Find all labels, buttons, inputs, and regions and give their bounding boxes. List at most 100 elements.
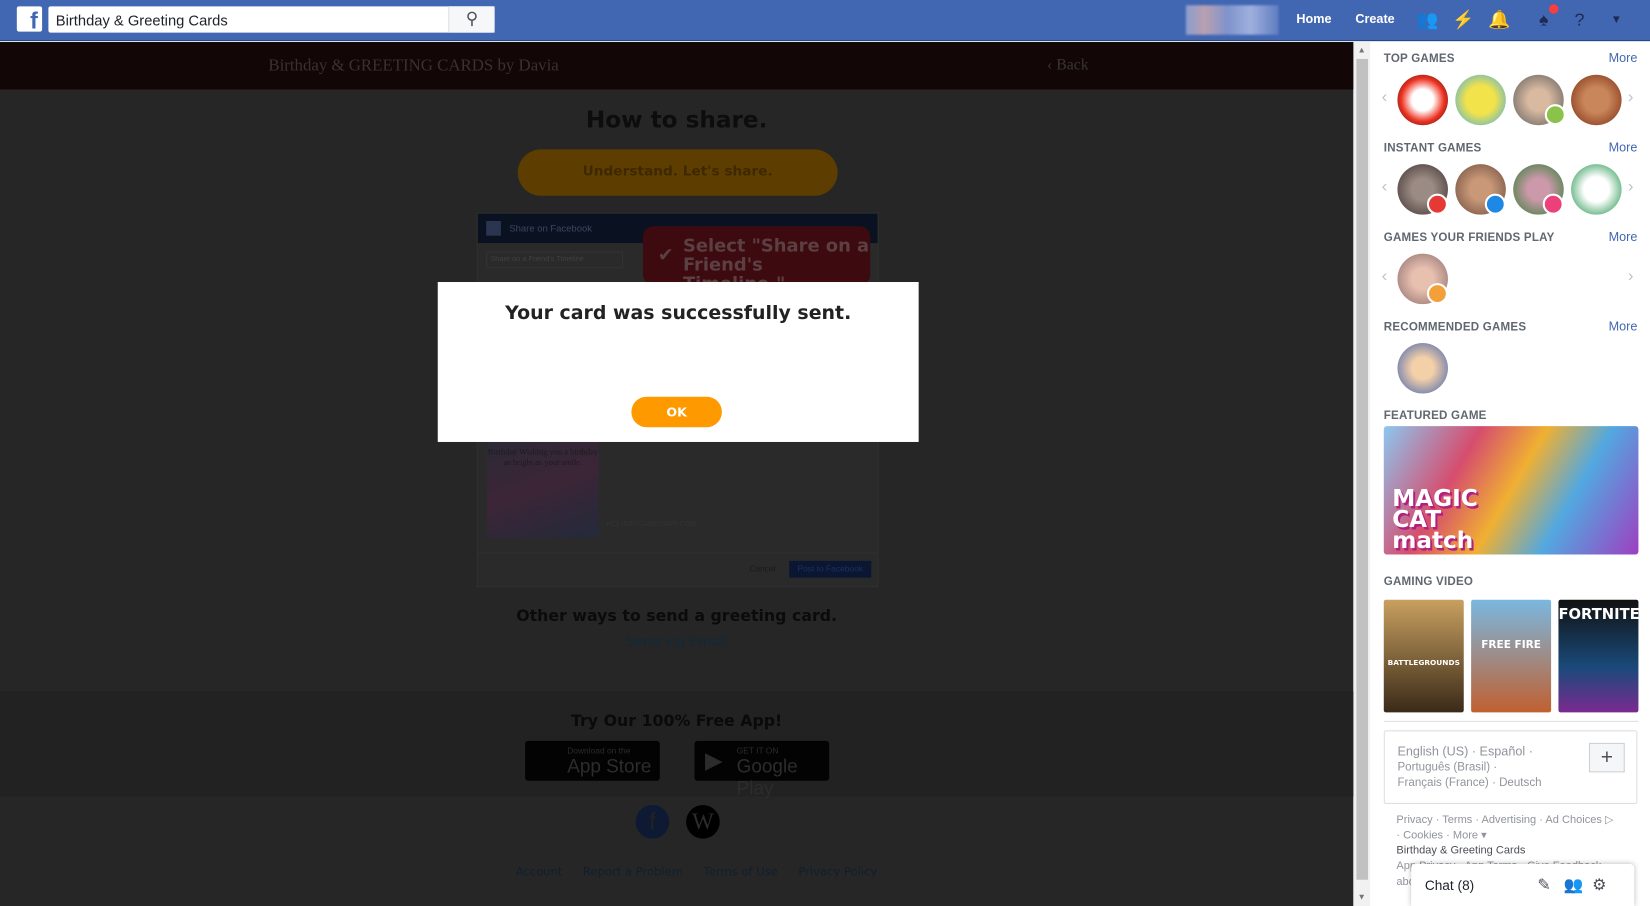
privacy-link[interactable]: Privacy Policy (798, 865, 877, 879)
chevron-left-icon[interactable]: ‹ (1382, 178, 1388, 197)
video-pubg[interactable]: BATTLEGROUNDS (1383, 599, 1464, 713)
game-words[interactable] (1397, 253, 1448, 305)
create-link[interactable]: Create (1355, 12, 1394, 27)
language-line[interactable]: English (US) · Español · (1397, 744, 1532, 759)
friend-requests-icon[interactable]: 👥 (1416, 9, 1438, 30)
video-free-fire[interactable]: FREE FIRE (1471, 599, 1552, 713)
game-4[interactable] (1571, 74, 1622, 126)
language-line[interactable]: Português (Brasil) · (1397, 761, 1497, 774)
top-games-title: TOP GAMES (1383, 52, 1455, 66)
notifications-bell-icon[interactable]: 🔔 (1488, 9, 1510, 30)
app-promo-title: Try Our 100% Free App! (570, 711, 783, 731)
chat-label[interactable]: Chat (8) (1425, 878, 1474, 894)
language-line[interactable]: Français (France) · Deutsch (1397, 777, 1541, 790)
scrollbar-thumb[interactable] (1356, 58, 1368, 880)
game-slots[interactable] (1397, 74, 1448, 126)
checkmark-icon: ✔ (657, 244, 674, 267)
facebook-social-icon[interactable]: f (635, 805, 670, 839)
chat-bar[interactable]: Chat (8) ✎ 👥 ⚙ (1411, 863, 1635, 906)
notification-badge (1548, 4, 1559, 14)
app-store-small: Download on the (567, 746, 631, 756)
game-recommended[interactable] (1397, 343, 1448, 394)
top-games-more[interactable]: More (1609, 51, 1638, 66)
new-group-icon[interactable]: 👥 (1564, 876, 1584, 895)
mock-header-text: Share on Facebook (509, 223, 592, 234)
app-logo[interactable]: Birthday & GREETING CARDS by Davia (268, 57, 558, 76)
games-sidebar: TOP GAMES More ‹ › INSTANT GAMES More ‹ … (1370, 42, 1650, 906)
google-play-button[interactable]: ▶ GET IT ON Google Play (694, 740, 830, 799)
google-small: GET IT ON (736, 746, 779, 756)
app-footer-links: Account Report a Problem Terms of Use Pr… (516, 865, 894, 879)
language-selector: English (US) · Español · Português (Bras… (1383, 730, 1638, 804)
understand-share-button[interactable]: Understand. Let's share. (517, 149, 838, 196)
game-bird[interactable] (1455, 74, 1506, 126)
account-link[interactable]: Account (516, 865, 563, 879)
terms-link[interactable]: Terms of Use (704, 865, 778, 879)
featured-title: FEATURED GAME (1383, 409, 1487, 422)
game-8ball[interactable] (1455, 164, 1506, 215)
scrollbar[interactable]: ▲ ▼ (1354, 42, 1371, 906)
wordpress-social-icon[interactable]: W (686, 805, 720, 839)
chevron-right-icon[interactable]: › (1628, 88, 1634, 107)
instant-games-more[interactable]: More (1609, 140, 1638, 155)
app-store-big: App Store (567, 755, 652, 777)
card-url: HOLIDAYCARDSAPP.COM (606, 520, 697, 529)
featured-game-logo: MAGIC CAT match (1392, 486, 1478, 555)
mock-footer: Cancel Post to Facebook (477, 552, 878, 587)
divider (1383, 720, 1639, 722)
search-input[interactable] (48, 6, 449, 33)
chevron-left-icon[interactable]: ‹ (1382, 267, 1388, 286)
friends-play-more[interactable]: More (1609, 229, 1638, 244)
profile-avatar-blurred[interactable] (1185, 5, 1279, 35)
footer-links[interactable]: Privacy · Terms · Advertising · Ad Choic… (1396, 813, 1613, 826)
account-menu-chevron-down-icon[interactable]: ▼ (1606, 9, 1627, 30)
app-promo-section: Try Our 100% Free App! Download on the A… (0, 691, 1354, 799)
recommended-title: RECOMMENDED GAMES (1383, 320, 1527, 334)
game-3[interactable] (1513, 74, 1566, 126)
success-message: Your card was successfully sent. (505, 302, 852, 325)
card-preview-image: Birthday Wishing you a birthday as brigh… (487, 434, 599, 538)
add-language-plus-icon[interactable]: + (1588, 742, 1625, 773)
game-7[interactable] (1513, 164, 1564, 215)
instant-games-title: INSTANT GAMES (1383, 142, 1482, 155)
facebook-logo-icon[interactable]: f (16, 6, 43, 34)
footer-links[interactable]: · Cookies · More ▾ (1396, 829, 1486, 842)
video-title: FREE FIRE (1481, 639, 1541, 652)
app-canvas: Birthday & GREETING CARDS by Davia ‹ Bac… (0, 42, 1354, 906)
chevron-left-icon[interactable]: ‹ (1382, 88, 1388, 107)
compose-icon[interactable]: ✎ (1537, 876, 1550, 895)
back-link[interactable]: ‹ Back (1047, 57, 1089, 75)
game-uno[interactable] (1397, 164, 1448, 215)
video-title: FORTNITE (1558, 606, 1640, 623)
send-via-email-link[interactable]: Send via Email (0, 635, 1353, 651)
game-solitaire-deluxe[interactable] (1571, 164, 1622, 215)
home-link[interactable]: Home (1296, 12, 1331, 27)
footer-app-name: Birthday & Greeting Cards (1396, 843, 1526, 857)
help-icon[interactable]: ? (1569, 9, 1590, 30)
google-big: Google Play (736, 755, 798, 799)
recommended-more[interactable]: More (1609, 319, 1638, 334)
featured-game-banner[interactable]: MAGIC CAT match (1383, 426, 1639, 555)
gear-icon[interactable]: ⚙ (1592, 876, 1606, 895)
gaming-video-title: GAMING VIDEO (1383, 575, 1474, 589)
instruction-callout: ✔Select "Share on a Friend's Timeline." (642, 226, 871, 294)
search-icon: ⚲ (465, 10, 479, 29)
scroll-down-arrow-icon[interactable]: ▼ (1357, 892, 1365, 901)
friends-play-title: GAMES YOUR FRIENDS PLAY (1383, 231, 1555, 245)
app-header: Birthday & GREETING CARDS by Davia ‹ Bac… (0, 42, 1354, 90)
chevron-right-icon[interactable]: › (1628, 267, 1634, 286)
other-ways-heading: Other ways to send a greeting card. (516, 606, 838, 626)
play-icon: ▶ (705, 747, 723, 774)
search-button[interactable]: ⚲ (448, 6, 495, 33)
scroll-up-arrow-icon[interactable]: ▲ (1357, 45, 1365, 54)
video-title: BATTLEGROUNDS (1387, 658, 1460, 668)
facebook-icon (486, 220, 501, 236)
mock-cancel: Cancel (749, 564, 776, 574)
top-navbar: f ⚲ Home Create 👥 ⚡ 🔔 ♠ ? ▼ (0, 0, 1650, 42)
chevron-right-icon[interactable]: › (1628, 178, 1634, 197)
ok-button[interactable]: OK (631, 396, 722, 428)
report-problem-link[interactable]: Report a Problem (583, 865, 683, 879)
video-fortnite[interactable]: FORTNITE (1558, 599, 1640, 713)
messenger-icon[interactable]: ⚡ (1452, 9, 1474, 30)
app-store-button[interactable]: Download on the App Store (525, 740, 660, 781)
